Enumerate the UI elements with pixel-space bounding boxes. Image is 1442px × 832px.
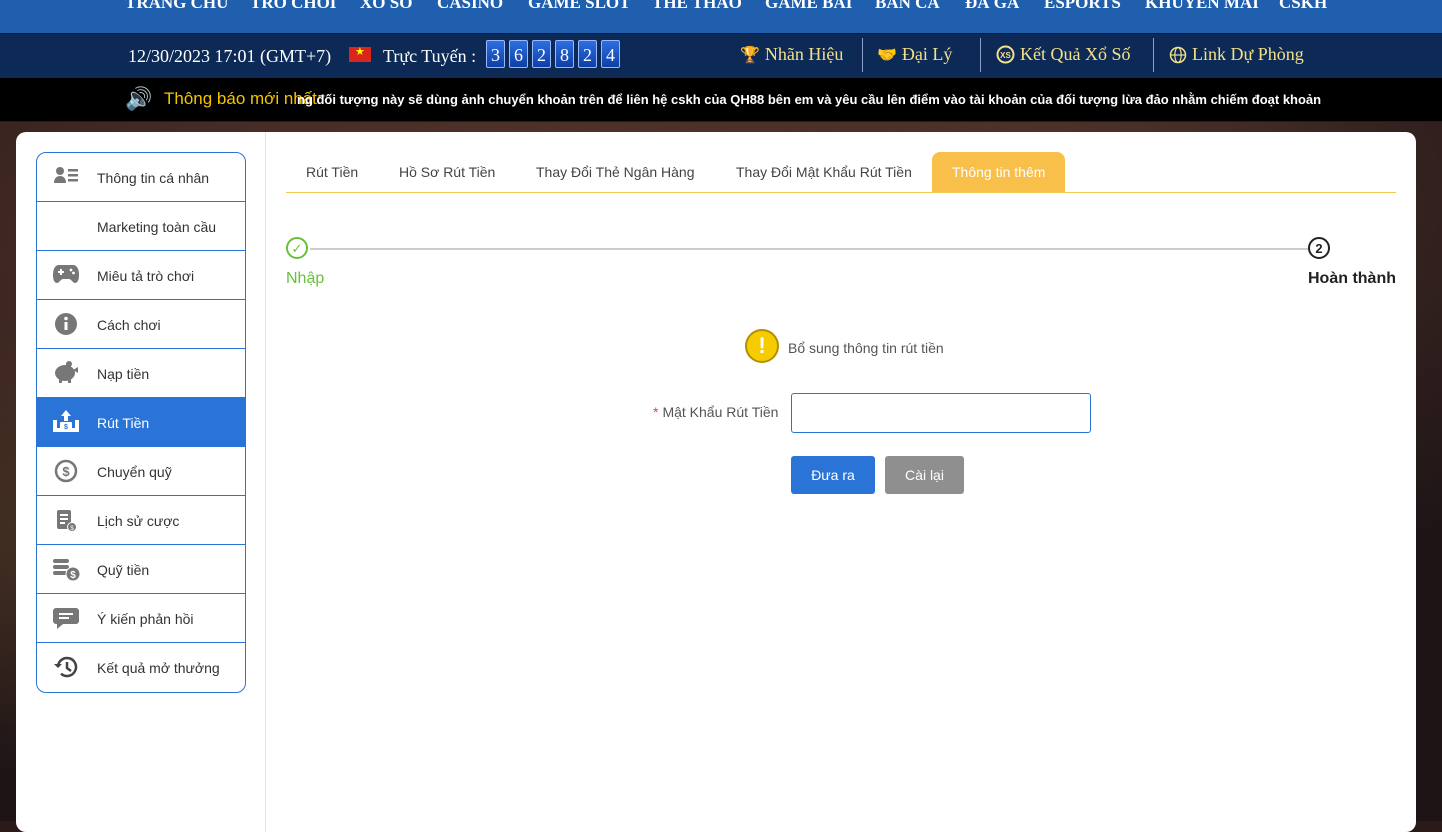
main-nav: TRANG CHỦ TRÒ CHƠI XỔ SỐ CASINO GAME SLO… xyxy=(0,0,1442,33)
sidebar-item-label: Lịch sử cược xyxy=(97,513,180,529)
withdraw-tabs: Rút Tiền Hồ Sơ Rút Tiền Thay Đổi Thẻ Ngâ… xyxy=(286,152,1396,193)
sidebar-item-label: Cách chơi xyxy=(97,317,161,333)
tab-more-info[interactable]: Thông tin thêm xyxy=(932,152,1066,192)
tab-withdraw-records[interactable]: Hồ Sơ Rút Tiền xyxy=(379,152,515,192)
svg-text:$: $ xyxy=(64,424,68,431)
svg-text:$: $ xyxy=(62,464,70,479)
nav-item-promotions[interactable]: KHUYẾN MÃI xyxy=(1145,0,1259,13)
svg-text:$: $ xyxy=(70,570,76,581)
handshake-icon: 🤝 xyxy=(877,46,897,64)
brand-link-label: Nhãn Hiệu xyxy=(764,44,844,64)
step-check-icon: ✓ xyxy=(286,237,308,259)
nav-item-support[interactable]: CSKH xyxy=(1279,0,1327,13)
nav-item-games[interactable]: TRÒ CHƠI xyxy=(250,0,336,13)
notice-text: Bổ sung thông tin rút tiền xyxy=(788,340,944,356)
sidebar-item-profile[interactable]: Thông tin cá nhân xyxy=(37,153,245,202)
sidebar-item-feedback[interactable]: Ý kiến phản hồi xyxy=(37,594,245,643)
online-digit: 3 xyxy=(486,40,505,68)
vietnam-flag-icon[interactable] xyxy=(349,45,371,62)
nav-item-sports[interactable]: THỂ THAO xyxy=(652,0,742,13)
coins-icon: $ xyxy=(53,557,81,582)
main-panel: Thông tin cá nhân Marketing toàn cầu Miê… xyxy=(16,132,1416,832)
brand-link[interactable]: 🏆 Nhãn Hiệu xyxy=(740,44,843,65)
tab-change-withdraw-password[interactable]: Thay Đổi Mật Khẩu Rút Tiền xyxy=(716,152,932,192)
reset-button[interactable]: Cài lại xyxy=(885,456,964,494)
online-counter: 3 6 2 8 2 4 xyxy=(486,40,620,68)
backup-link-label: Link Dự Phòng xyxy=(1192,44,1304,64)
profile-icon xyxy=(53,165,79,189)
sidebar-item-label: Chuyển quỹ xyxy=(97,464,172,480)
sidebar-item-withdraw[interactable]: $ Rút Tiền xyxy=(37,398,245,447)
tab-withdraw[interactable]: Rút Tiền xyxy=(286,152,378,192)
online-digit: 4 xyxy=(601,40,620,68)
sidebar-item-funds[interactable]: $ Quỹ tiền xyxy=(37,545,245,594)
divider xyxy=(1153,38,1154,72)
lottery-results-link[interactable]: XS Kết Quả Xổ Số xyxy=(996,44,1131,65)
step-2-number: 2 xyxy=(1308,237,1330,259)
agent-link-label: Đại Lý xyxy=(901,44,953,64)
tab-change-bank-card[interactable]: Thay Đổi Thẻ Ngân Hàng xyxy=(516,152,715,192)
nav-item-home[interactable]: TRANG CHỦ xyxy=(125,0,228,13)
announcement-ticker: 🔊 Thông báo mới nhất: ng đối tượng này s… xyxy=(0,78,1442,121)
gamepad-icon xyxy=(53,263,79,287)
sidebar-item-label: Miêu tả trò chơi xyxy=(97,268,195,284)
sidebar-item-game-description[interactable]: Miêu tả trò chơi xyxy=(37,251,245,300)
online-digit: 2 xyxy=(578,40,597,68)
online-digit: 6 xyxy=(509,40,528,68)
password-label-text: Mật Khẩu Rút Tiền xyxy=(662,404,779,420)
warning-icon: ! xyxy=(745,329,779,363)
sidebar-menu: Thông tin cá nhân Marketing toàn cầu Miê… xyxy=(36,152,246,693)
lottery-results-link-label: Kết Quả Xổ Số xyxy=(1020,44,1131,64)
nav-item-lottery[interactable]: XỔ SỐ xyxy=(360,0,412,13)
sidebar-item-label: Kết quả mở thưởng xyxy=(97,660,220,676)
nav-item-cards[interactable]: GAME BÀI xyxy=(765,0,852,13)
info-icon xyxy=(53,312,79,336)
online-digit: 8 xyxy=(555,40,574,68)
withdraw-icon: $ xyxy=(53,410,79,434)
sidebar-item-global-marketing[interactable]: Marketing toàn cầu xyxy=(37,202,245,251)
step-2-label: Hoàn thành xyxy=(1308,270,1396,287)
online-digit: 2 xyxy=(532,40,551,68)
nav-item-fishing[interactable]: BẮN CÁ xyxy=(875,0,940,13)
backup-link[interactable]: Link Dự Phòng xyxy=(1169,44,1304,65)
sidebar-item-label: Quỹ tiền xyxy=(97,562,150,578)
agent-link[interactable]: 🤝 Đại Lý xyxy=(877,44,952,65)
sidebar-item-transfer[interactable]: $ Chuyển quỹ xyxy=(37,447,245,496)
speaker-icon: 🔊 xyxy=(125,86,153,111)
password-label: * Mật Khẩu Rút Tiền xyxy=(653,404,778,420)
step-progress-line xyxy=(310,248,1310,250)
sidebar-item-deposit[interactable]: Nạp tiền xyxy=(37,349,245,398)
panel-divider xyxy=(265,132,266,832)
piggy-bank-icon xyxy=(53,361,79,385)
sidebar-item-draw-results[interactable]: Kết quả mở thưởng xyxy=(37,643,245,692)
divider xyxy=(980,38,981,72)
sidebar-item-bet-history[interactable]: $ Lịch sử cược xyxy=(37,496,245,545)
sidebar-item-label: Ý kiến phản hồi xyxy=(97,611,194,627)
trophy-icon: 🏆 xyxy=(740,46,760,64)
chat-icon xyxy=(53,606,79,630)
sidebar-item-label: Marketing toàn cầu xyxy=(97,219,217,235)
required-mark: * xyxy=(653,404,659,420)
transfer-icon: $ xyxy=(53,459,79,483)
sidebar-item-label: Rút Tiền xyxy=(97,415,150,431)
nav-item-esports[interactable]: ESPORTS xyxy=(1044,0,1121,13)
sidebar-item-label: Nạp tiền xyxy=(97,366,150,382)
step-1-label: Nhập xyxy=(286,270,325,287)
datetime: 12/30/2023 17:01 (GMT+7) xyxy=(128,46,332,66)
nav-item-casino[interactable]: CASINO xyxy=(437,0,503,13)
lottery-xs-icon: XS xyxy=(996,45,1015,64)
nav-item-cockfight[interactable]: ĐÁ GÀ xyxy=(965,0,1019,13)
history-doc-icon: $ xyxy=(53,508,79,532)
online-label: Trực Tuyến : xyxy=(383,46,477,66)
ticker-message[interactable]: ng đối tượng này sẽ dùng ảnh chuyển khoả… xyxy=(297,92,1325,107)
withdraw-password-input[interactable] xyxy=(791,393,1091,433)
clock-history-icon xyxy=(53,655,79,679)
sidebar-item-how-to-play[interactable]: Cách chơi xyxy=(37,300,245,349)
globe-icon xyxy=(1169,46,1187,63)
nav-item-slot[interactable]: GAME SLOT xyxy=(528,0,631,13)
divider xyxy=(862,38,863,72)
svg-text:XS: XS xyxy=(1000,51,1011,60)
sidebar-item-label: Thông tin cá nhân xyxy=(97,170,210,186)
submit-button[interactable]: Đưa ra xyxy=(791,456,875,494)
